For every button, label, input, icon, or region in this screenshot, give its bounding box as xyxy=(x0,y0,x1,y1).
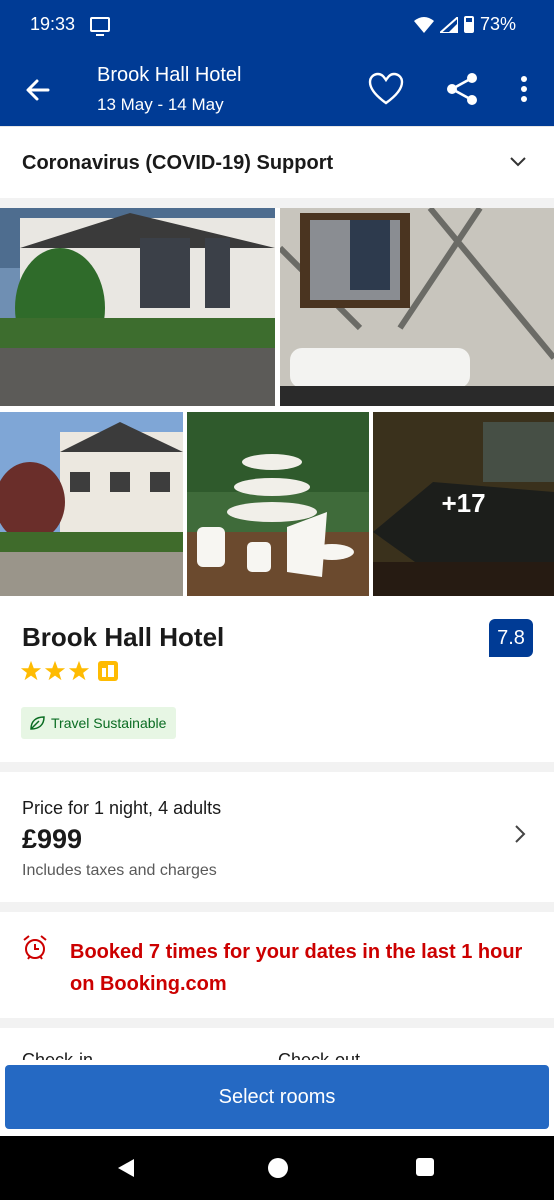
battery-percent: 73% xyxy=(479,14,516,34)
share-icon[interactable] xyxy=(444,72,480,106)
status-time: 19:33 xyxy=(30,14,76,34)
page-title: Brook Hall Hotel xyxy=(97,64,242,86)
travel-sustainable-label: Travel Sustainable xyxy=(51,715,167,731)
select-rooms-button[interactable]: Select rooms xyxy=(5,1065,549,1129)
price-card[interactable]: Price for 1 night, 4 adults £999 Include… xyxy=(0,772,554,902)
photo-hotel-exterior[interactable] xyxy=(0,208,275,406)
system-nav-bar xyxy=(0,1136,554,1200)
photo-more-games-room[interactable]: +17 xyxy=(373,412,554,596)
stay-dates[interactable]: 13 May - 14 May xyxy=(97,95,224,115)
more-options-icon[interactable] xyxy=(512,74,536,104)
nav-recent-apps-icon[interactable] xyxy=(416,1158,434,1176)
battery-icon xyxy=(463,16,474,33)
thumbs-up-icon[interactable] xyxy=(98,661,118,681)
status-indicators: 73% xyxy=(413,14,516,35)
covid-support-title: Coronavirus (COVID-19) Support xyxy=(22,152,334,174)
photo-bathroom[interactable] xyxy=(280,208,554,406)
back-arrow-icon[interactable] xyxy=(22,74,54,106)
booking-activity-text: Booked 7 times for your dates in the las… xyxy=(70,941,523,995)
star-rating xyxy=(20,660,118,682)
cta-area: Select rooms xyxy=(0,1060,554,1136)
app-bar: Brook Hall Hotel 13 May - 14 May xyxy=(0,52,554,126)
star-icon xyxy=(68,660,90,681)
status-bar: 19:33 73% xyxy=(0,0,554,52)
alarm-clock-icon xyxy=(23,935,47,960)
signal-icon xyxy=(439,16,458,33)
hotel-name: Brook Hall Hotel xyxy=(22,622,225,652)
nav-home-icon[interactable] xyxy=(268,1158,288,1178)
star-icon xyxy=(20,660,42,681)
cast-icon xyxy=(90,17,110,36)
photo-afternoon-tea[interactable] xyxy=(187,412,369,596)
wifi-icon xyxy=(413,16,434,33)
travel-sustainable-badge[interactable]: Travel Sustainable xyxy=(21,707,177,739)
review-score-badge[interactable]: 7.8 xyxy=(489,619,533,657)
price-value: £999 xyxy=(22,824,83,854)
favorite-heart-icon[interactable] xyxy=(368,72,404,106)
price-label: Price for 1 night, 4 adults xyxy=(22,798,222,818)
covid-support-accordion[interactable]: Coronavirus (COVID-19) Support xyxy=(0,126,554,198)
hotel-info-card: Brook Hall Hotel 7.8 Travel Sustainable xyxy=(0,596,554,762)
chevron-right-icon xyxy=(515,825,526,843)
leaf-icon xyxy=(30,716,45,730)
more-photos-count: +17 xyxy=(441,488,486,518)
nav-back-icon[interactable] xyxy=(116,1158,136,1178)
price-note: Includes taxes and charges xyxy=(22,862,217,879)
booking-activity-alert: Booked 7 times for your dates in the las… xyxy=(0,912,554,1018)
chevron-down-icon xyxy=(510,157,526,167)
star-icon xyxy=(44,660,66,681)
photo-hotel-grounds[interactable] xyxy=(0,412,183,596)
photo-gallery: +17 xyxy=(0,208,554,596)
